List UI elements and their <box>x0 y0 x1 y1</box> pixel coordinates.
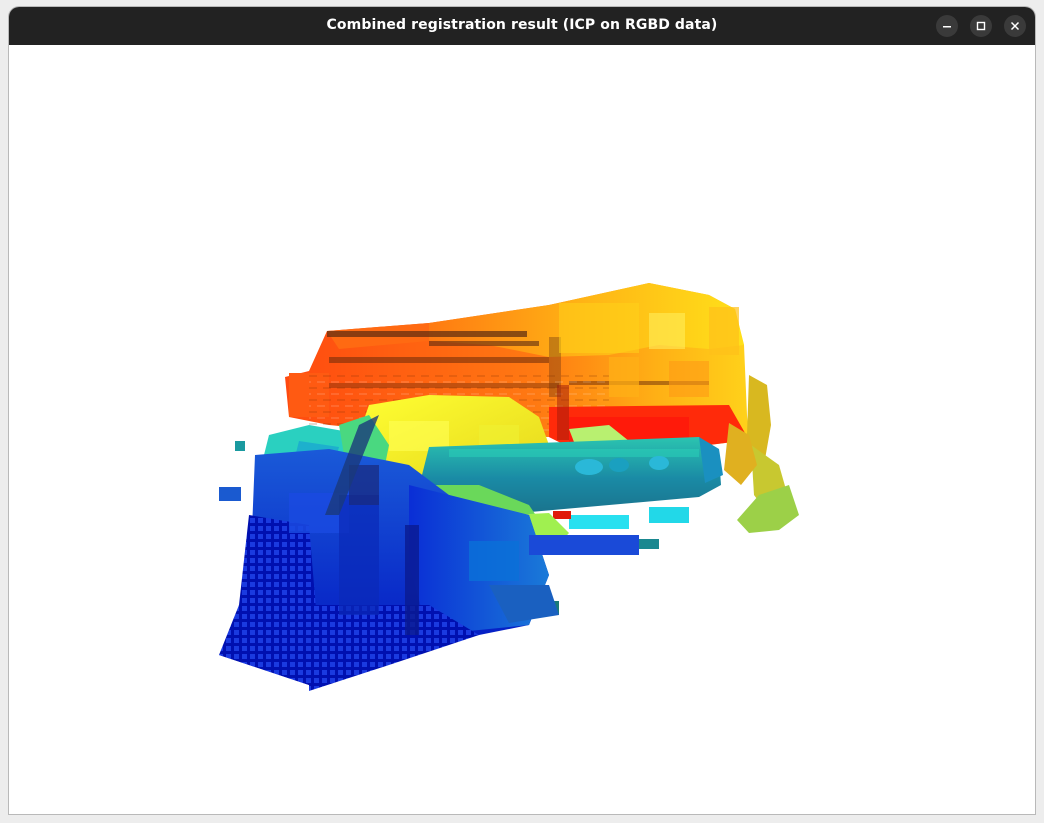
minimize-icon <box>943 26 951 28</box>
3d-viewport[interactable] <box>9 45 1035 814</box>
point-cloud-render[interactable] <box>9 45 1035 814</box>
maximize-button[interactable] <box>970 15 992 37</box>
close-icon <box>1010 21 1020 31</box>
title-bar[interactable]: Combined registration result (ICP on RGB… <box>9 7 1035 45</box>
window-title: Combined registration result (ICP on RGB… <box>326 17 718 33</box>
maximize-icon <box>976 21 986 31</box>
app-window: Combined registration result (ICP on RGB… <box>9 7 1035 814</box>
close-button[interactable] <box>1004 15 1026 37</box>
minimize-button[interactable] <box>936 15 958 37</box>
